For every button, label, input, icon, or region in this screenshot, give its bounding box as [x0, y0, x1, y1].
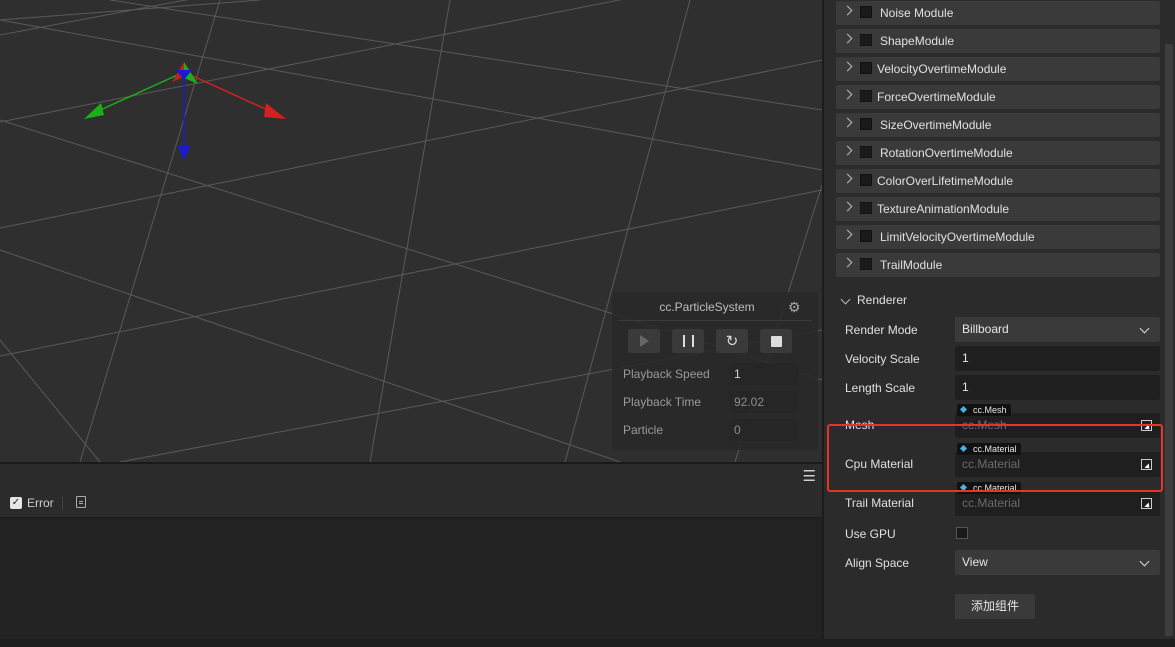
status-bar — [0, 639, 1175, 647]
playback-time-value: 92.02 — [729, 391, 799, 413]
module-row[interactable]: ColorOverLifetimeModule — [836, 169, 1160, 193]
mesh-type-label: cc.Mesh — [973, 405, 1007, 415]
play-button[interactable] — [628, 329, 660, 353]
module-enable-checkbox[interactable] — [860, 202, 872, 214]
module-row[interactable]: SizeOvertimeModule — [836, 113, 1160, 137]
velocity-scale-input[interactable]: 1 — [955, 346, 1160, 371]
document-icon[interactable] — [76, 496, 86, 508]
chevron-right-icon[interactable] — [842, 117, 853, 128]
module-row[interactable]: TextureAnimationModule — [836, 197, 1160, 221]
asset-picker-icon[interactable] — [1141, 498, 1152, 509]
module-label: TextureAnimationModule — [877, 202, 1010, 216]
refresh-icon: ↻ — [725, 332, 739, 350]
module-enable-checkbox[interactable] — [860, 62, 872, 74]
chevron-right-icon[interactable] — [842, 173, 853, 184]
module-label: TrailModule — [880, 258, 943, 272]
particle-count-value: 0 — [729, 419, 799, 441]
module-enable-checkbox[interactable] — [860, 146, 872, 158]
chevron-right-icon[interactable] — [842, 257, 853, 268]
chevron-right-icon[interactable] — [842, 89, 853, 100]
use-gpu-label: Use GPU — [845, 527, 896, 541]
module-enable-checkbox[interactable] — [860, 90, 872, 102]
chevron-right-icon[interactable] — [842, 5, 853, 16]
module-label: VelocityOvertimeModule — [877, 62, 1007, 76]
module-row[interactable]: RotationOvertimeModule — [836, 141, 1160, 165]
console-toolbar: ✓ Error — [0, 489, 822, 518]
mesh-type-tag: cc.Mesh — [957, 404, 1011, 416]
particle-system-panel: cc.ParticleSystem ⚙ ↻ Playback Speed 1 P… — [612, 292, 818, 450]
inspector-panel: Noise Module ShapeModule VelocityOvertimeM… — [824, 0, 1175, 639]
module-enable-checkbox[interactable] — [860, 174, 872, 186]
divider — [62, 497, 63, 510]
gear-icon[interactable]: ⚙ — [788, 300, 802, 314]
playback-time-label: Playback Time — [623, 395, 702, 409]
play-icon — [639, 335, 649, 347]
chevron-right-icon[interactable] — [842, 201, 853, 212]
align-space-value: View — [962, 555, 988, 569]
trail-material-asset-field[interactable]: cc.Material — [955, 491, 1160, 516]
restart-button[interactable]: ↻ — [716, 329, 748, 353]
scrollbar-thumb[interactable] — [1165, 44, 1173, 636]
highlight-box — [827, 424, 1163, 492]
console-log-area[interactable] — [0, 518, 822, 639]
module-row[interactable]: ForceOvertimeModule — [836, 85, 1160, 109]
module-row[interactable]: ShapeModule — [836, 29, 1160, 53]
module-label: ShapeModule — [880, 34, 955, 48]
diamond-icon — [959, 405, 968, 414]
transform-gizmo — [84, 62, 286, 160]
divider — [618, 320, 812, 321]
playback-speed-input[interactable]: 1 — [729, 363, 799, 385]
module-enable-checkbox[interactable] — [860, 34, 872, 46]
chevron-right-icon[interactable] — [842, 61, 853, 72]
module-label: RotationOvertimeModule — [880, 146, 1013, 160]
pause-button[interactable] — [672, 329, 704, 353]
renderer-section-title[interactable]: Renderer — [857, 293, 907, 307]
module-enable-checkbox[interactable] — [860, 258, 872, 270]
module-label: Noise Module — [880, 6, 954, 20]
pause-icon — [682, 335, 694, 347]
chevron-right-icon[interactable] — [842, 145, 853, 156]
module-label: ColorOverLifetimeModule — [877, 174, 1014, 188]
error-filter-checkbox[interactable]: ✓ — [10, 497, 22, 509]
module-row[interactable]: Noise Module — [836, 1, 1160, 25]
render-mode-select[interactable]: Billboard — [955, 317, 1160, 342]
module-label: ForceOvertimeModule — [877, 90, 996, 104]
chevron-down-icon[interactable] — [840, 294, 851, 305]
trail-material-placeholder: cc.Material — [962, 496, 1021, 510]
module-row[interactable]: TrailModule — [836, 253, 1160, 277]
console-header: ☰ — [0, 464, 822, 490]
chevron-down-icon — [1139, 323, 1150, 334]
stop-button[interactable] — [760, 329, 792, 353]
stop-icon — [770, 335, 782, 347]
use-gpu-checkbox[interactable] — [956, 527, 968, 539]
render-mode-value: Billboard — [962, 322, 1009, 336]
add-component-button[interactable]: 添加组件 — [955, 594, 1035, 619]
module-label: LimitVelocityOvertimeModule — [880, 230, 1035, 244]
chevron-down-icon — [1139, 556, 1150, 567]
module-enable-checkbox[interactable] — [860, 118, 872, 130]
chevron-right-icon[interactable] — [842, 33, 853, 44]
align-space-label: Align Space — [845, 556, 910, 570]
module-label: SizeOvertimeModule — [880, 118, 992, 132]
error-filter-label: Error — [27, 496, 54, 510]
module-row[interactable]: VelocityOvertimeModule — [836, 57, 1160, 81]
menu-icon[interactable]: ☰ — [803, 469, 816, 484]
particle-system-title: cc.ParticleSystem — [659, 300, 755, 314]
module-enable-checkbox[interactable] — [860, 230, 872, 242]
length-scale-label: Length Scale — [845, 381, 916, 395]
particle-count-label: Particle — [623, 423, 664, 437]
chevron-right-icon[interactable] — [842, 229, 853, 240]
playback-speed-label: Playback Speed — [623, 367, 710, 381]
module-row[interactable]: LimitVelocityOvertimeModule — [836, 225, 1160, 249]
velocity-scale-label: Velocity Scale — [845, 352, 920, 366]
module-enable-checkbox[interactable] — [860, 6, 872, 18]
scene-viewport[interactable]: cc.ParticleSystem ⚙ ↻ Playback Speed 1 P… — [0, 0, 822, 462]
align-space-select[interactable]: View — [955, 550, 1160, 575]
render-mode-label: Render Mode — [845, 323, 918, 337]
trail-material-label: Trail Material — [845, 496, 914, 510]
length-scale-input[interactable]: 1 — [955, 375, 1160, 400]
